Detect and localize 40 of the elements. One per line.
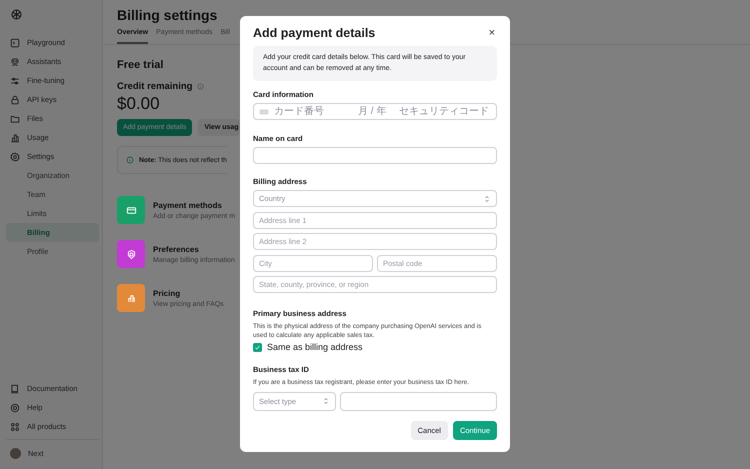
dialog-title: Add payment details [253, 26, 376, 40]
tax-id-field[interactable] [340, 392, 497, 411]
section-title: Free trial [117, 59, 164, 71]
credit-amount: $0.00 [117, 94, 161, 114]
terminal-icon [10, 38, 20, 48]
credit-label: Credit remaining [117, 81, 192, 92]
check-icon [254, 344, 261, 351]
page-title: Billing settings [117, 7, 218, 23]
card-tile[interactable] [117, 196, 145, 224]
expiry-input[interactable]: 月 / 年 [358, 106, 394, 117]
lifebuoy-icon [10, 402, 20, 412]
card-tile[interactable] [117, 240, 145, 268]
card-title[interactable]: Pricing [153, 288, 224, 298]
settings-icon [126, 248, 136, 260]
bar-chart-icon [10, 132, 20, 142]
card-title[interactable]: Preferences [153, 244, 235, 254]
checkbox-label[interactable]: Same as billing address [267, 342, 363, 352]
name-field[interactable] [253, 146, 497, 164]
close-button[interactable]: × [486, 27, 497, 39]
settings-icon [10, 152, 20, 162]
card-icon [259, 106, 269, 116]
grid-icon [10, 422, 20, 432]
info-icon [126, 156, 134, 164]
sliders-icon [10, 76, 20, 86]
security-code-input[interactable]: セキュリティコード [399, 106, 491, 117]
card-title[interactable]: Payment methods [153, 200, 236, 210]
bar-chart-icon [126, 292, 136, 304]
info-icon [196, 83, 204, 90]
card-tile[interactable] [117, 284, 145, 312]
avatar-icon [10, 448, 21, 459]
chevron-up-down-icon [483, 194, 491, 202]
robot-icon [10, 56, 20, 66]
checkbox[interactable] [253, 342, 262, 352]
chevron-up-down-icon [322, 397, 330, 406]
card-icon [126, 204, 136, 216]
card-number-input[interactable]: カード番号 [274, 106, 353, 117]
folder-icon [10, 114, 20, 124]
book-icon [10, 384, 20, 394]
logo-icon [10, 8, 23, 21]
lock-icon [10, 94, 20, 104]
